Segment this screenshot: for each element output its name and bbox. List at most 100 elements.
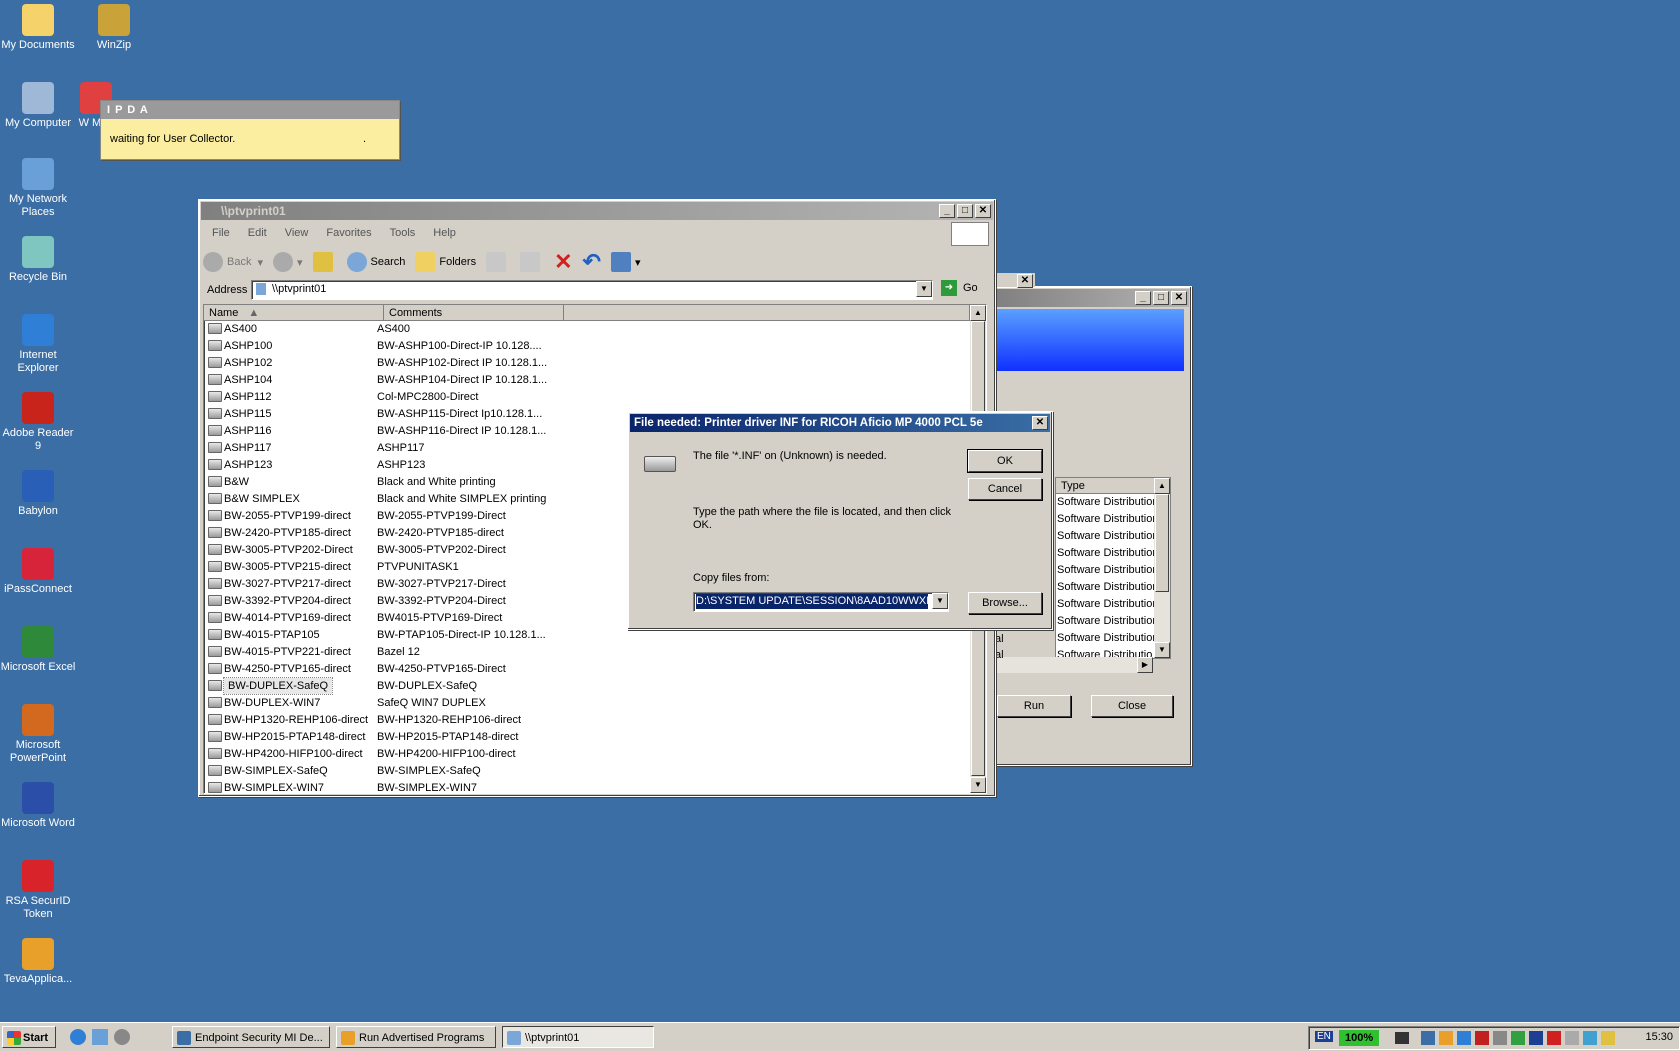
browse-button[interactable]: Browse... xyxy=(968,592,1042,614)
menu-item[interactable]: Help xyxy=(424,227,465,239)
desktop-icon[interactable]: Microsoft Word xyxy=(0,782,76,830)
tray-icon[interactable] xyxy=(1475,1031,1489,1045)
program-row[interactable]: Software Distribution xyxy=(1057,511,1159,527)
run-button[interactable]: Run xyxy=(997,695,1071,717)
desktop-icon[interactable]: Internet Explorer xyxy=(0,314,76,375)
menu-item[interactable]: Edit xyxy=(239,227,276,239)
tray-icon[interactable] xyxy=(1421,1031,1435,1045)
program-row[interactable]: Software Distribution xyxy=(1057,528,1159,544)
run-list-scrollbar[interactable]: ▲ ▼ xyxy=(1154,478,1170,658)
copy-files-combobox[interactable]: D:\SYSTEM UPDATE\SESSION\8AAD10WWXP ▼ xyxy=(693,592,949,612)
forward-button[interactable]: ▾ xyxy=(273,252,303,272)
program-row[interactable]: Software Distribution xyxy=(1057,494,1159,510)
table-row[interactable]: BW-HP1320-REHP106-direct BW-HP1320-REHP10… xyxy=(204,712,970,728)
clock[interactable]: 15:30 xyxy=(1645,1031,1673,1043)
tray-icon[interactable] xyxy=(1511,1031,1525,1045)
desktop-icon[interactable]: My Network Places xyxy=(0,158,76,219)
back-button[interactable]: Back ▾ xyxy=(203,252,263,272)
scroll-up-icon[interactable]: ▲ xyxy=(1154,478,1170,494)
scroll-down-icon[interactable]: ▼ xyxy=(970,777,986,793)
close-button[interactable]: ✕ xyxy=(1017,274,1033,288)
table-row[interactable]: BW-DUPLEX-SafeQ BW-DUPLEX-SafeQ xyxy=(204,677,970,695)
horizontal-scrollbar[interactable]: ▶ xyxy=(997,657,1153,673)
taskbar-button[interactable]: \\ptvprint01 xyxy=(502,1026,654,1048)
menu-item[interactable]: File xyxy=(203,227,239,239)
table-row[interactable]: ASHP100 BW-ASHP100-Direct-IP 10.128.... xyxy=(204,338,970,354)
scroll-down-icon[interactable]: ▼ xyxy=(1154,642,1170,658)
table-row[interactable]: BW-HP2015-PTAP148-direct BW-HP2015-PTAP14… xyxy=(204,729,970,745)
table-row[interactable]: BW-4015-PTVP221-direct Bazel 12 xyxy=(204,644,970,660)
table-row[interactable]: ASHP112 Col-MPC2800-Direct xyxy=(204,389,970,405)
close-button[interactable]: ✕ xyxy=(1032,416,1048,430)
copy-files-dropdown-icon[interactable]: ▼ xyxy=(932,593,948,609)
table-row[interactable]: BW-4250-PTVP165-direct BW-4250-PTVP165-Di… xyxy=(204,661,970,677)
start-button[interactable]: Start xyxy=(2,1026,56,1048)
scroll-right-icon[interactable]: ▶ xyxy=(1137,657,1153,673)
taskbar-button[interactable]: Endpoint Security MI De... xyxy=(172,1026,330,1048)
tray-icon[interactable] xyxy=(1547,1031,1561,1045)
desktop-quicklaunch-icon[interactable] xyxy=(92,1029,108,1045)
menu-item[interactable]: Tools xyxy=(381,227,425,239)
name-column-header[interactable]: Name ▲ xyxy=(204,305,384,321)
maximize-button[interactable]: □ xyxy=(957,204,973,218)
battery-indicator[interactable]: 100% xyxy=(1339,1030,1380,1046)
close-button[interactable]: ✕ xyxy=(975,204,991,218)
tray-icon[interactable] xyxy=(1601,1031,1615,1045)
move-to-button[interactable] xyxy=(486,252,510,272)
tray-icon[interactable] xyxy=(1457,1031,1471,1045)
address-dropdown-icon[interactable]: ▼ xyxy=(916,281,932,297)
address-bar[interactable]: \\ptvprint01 ▼ xyxy=(251,280,933,300)
desktop-icon[interactable]: Microsoft PowerPoint xyxy=(0,704,76,765)
delete-button[interactable]: ✕ xyxy=(554,249,572,275)
program-row[interactable]: Software Distribution xyxy=(1057,545,1159,561)
close-button[interactable]: ✕ xyxy=(1171,291,1187,305)
undo-button[interactable]: ↶ xyxy=(583,249,601,275)
media-quicklaunch-icon[interactable] xyxy=(114,1029,130,1045)
ok-button[interactable]: OK xyxy=(967,449,1043,473)
desktop-icon[interactable]: iPassConnect xyxy=(0,548,76,596)
desktop-icon[interactable]: Microsoft Excel xyxy=(0,626,76,674)
table-row[interactable]: BW-SIMPLEX-WIN7 BW-SIMPLEX-WIN7 xyxy=(204,780,970,793)
ie-quicklaunch-icon[interactable] xyxy=(70,1029,86,1045)
taskbar-button[interactable]: Run Advertised Programs xyxy=(336,1026,496,1048)
desktop-icon[interactable]: RSA SecurID Token xyxy=(0,860,76,921)
desktop-icon[interactable]: Recycle Bin xyxy=(0,236,76,284)
desktop-icon[interactable]: My Computer xyxy=(0,82,76,130)
type-column-header[interactable]: Type xyxy=(1056,478,1156,494)
comments-column-header[interactable]: Comments xyxy=(384,305,564,321)
views-button[interactable]: ▾ xyxy=(610,252,640,272)
menu-item[interactable]: View xyxy=(276,227,318,239)
folders-button[interactable]: Folders xyxy=(415,252,476,272)
desktop-icon[interactable]: My Documents xyxy=(0,4,76,52)
address-input[interactable]: \\ptvprint01 xyxy=(272,283,326,295)
tray-icon[interactable] xyxy=(1583,1031,1597,1045)
table-row[interactable]: AS400 AS400 xyxy=(204,321,970,337)
table-row[interactable]: BW-HP4200-HIFP100-direct BW-HP4200-HIFP10… xyxy=(204,746,970,762)
copy-files-input[interactable]: D:\SYSTEM UPDATE\SESSION\8AAD10WWXP xyxy=(696,594,928,609)
program-row[interactable]: Software Distribution xyxy=(1057,562,1159,578)
program-row[interactable]: Software Distribution xyxy=(1057,613,1159,629)
go-button[interactable]: ➜ Go xyxy=(941,280,978,296)
cancel-button[interactable]: Cancel xyxy=(968,478,1042,500)
tray-icon[interactable] xyxy=(1565,1031,1579,1045)
minimize-button[interactable]: _ xyxy=(1135,291,1151,305)
close-program-button[interactable]: Close xyxy=(1091,695,1173,717)
minimize-button[interactable]: _ xyxy=(939,204,955,218)
scroll-up-icon[interactable]: ▲ xyxy=(970,305,986,321)
program-row[interactable]: Software Distribution xyxy=(1057,630,1159,646)
menu-item[interactable]: Favorites xyxy=(317,227,380,239)
language-indicator[interactable]: EN xyxy=(1315,1031,1333,1042)
scroll-thumb[interactable] xyxy=(1155,494,1169,592)
program-row[interactable]: Software Distribution xyxy=(1057,579,1159,595)
tray-icon[interactable] xyxy=(1529,1031,1543,1045)
power-plug-icon[interactable] xyxy=(1395,1032,1409,1044)
program-row[interactable]: Software Distribution xyxy=(1057,596,1159,612)
desktop-icon[interactable]: WinZip xyxy=(76,4,152,52)
desktop-icon[interactable]: Babylon xyxy=(0,470,76,518)
table-row[interactable]: ASHP102 BW-ASHP102-Direct IP 10.128.1... xyxy=(204,355,970,371)
table-row[interactable]: ASHP104 BW-ASHP104-Direct IP 10.128.1... xyxy=(204,372,970,388)
maximize-button[interactable]: □ xyxy=(1153,291,1169,305)
copy-to-button[interactable] xyxy=(520,252,544,272)
program-list[interactable]: Type Software Distribution Software Distr… xyxy=(1055,477,1171,661)
table-row[interactable]: BW-SIMPLEX-SafeQ BW-SIMPLEX-SafeQ xyxy=(204,763,970,779)
